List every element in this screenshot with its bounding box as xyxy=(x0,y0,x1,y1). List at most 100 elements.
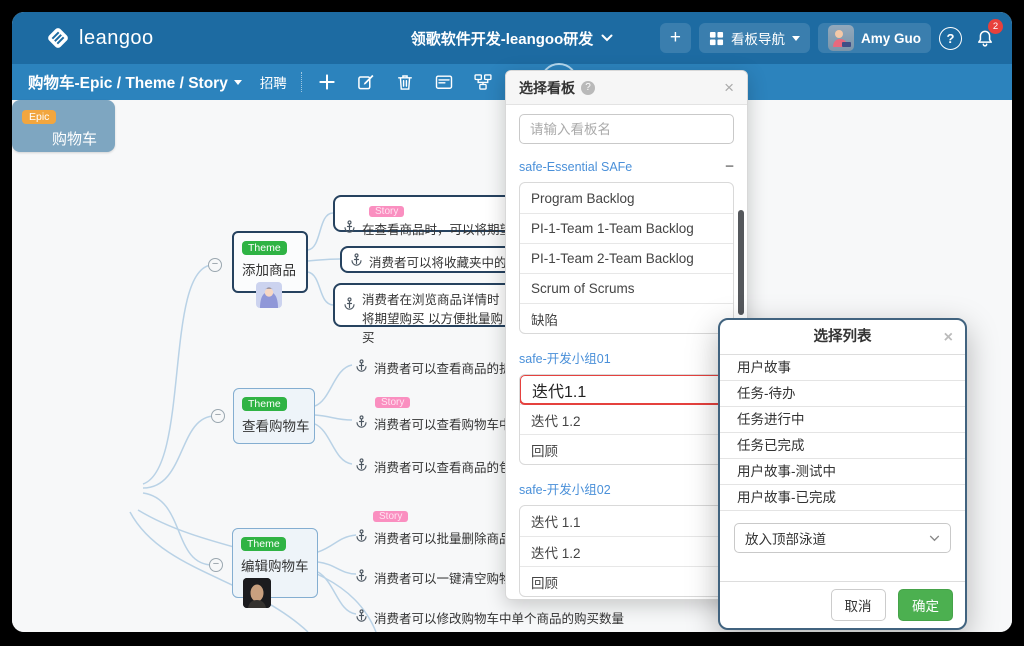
swimlane-selected-value: 放入顶部泳道 xyxy=(745,528,826,548)
notification-badge: 2 xyxy=(988,19,1003,34)
story-text: 消费者可以一键清空购物车 xyxy=(374,568,524,587)
board-item[interactable]: 迭代 1.1 xyxy=(520,506,733,536)
story-node[interactable]: 消费者可以将收藏夹中的商品批量加入 xyxy=(340,246,518,273)
select-list-dialog: 选择列表 × 用户故事 任务-待办 任务进行中 任务已完成 用户故事-测试中 用… xyxy=(718,318,967,630)
notifications-button[interactable]: 2 xyxy=(970,23,1000,53)
help-button[interactable]: ? xyxy=(939,27,962,50)
theme-node-edit-cart[interactable]: Theme 编辑购物车 xyxy=(232,528,318,598)
list-item[interactable]: 任务进行中 xyxy=(720,407,965,433)
edit-icon[interactable] xyxy=(356,72,376,92)
board-item[interactable]: PI-1-Team 1-Team Backlog xyxy=(520,213,733,243)
add-node-icon[interactable] xyxy=(317,72,337,92)
avatar xyxy=(828,25,854,51)
scrollbar-thumb[interactable] xyxy=(738,210,744,315)
list-item[interactable]: 用户故事-已完成 xyxy=(720,485,965,511)
theme-node-add-product[interactable]: Theme 添加商品 xyxy=(232,231,308,293)
anchor-icon xyxy=(355,529,368,542)
caret-down-icon xyxy=(792,36,800,41)
board-item[interactable]: 迭代 1.2 xyxy=(520,404,733,434)
select-board-dialog: 选择看板 ? × safe-Essential SAFe − Program B… xyxy=(505,70,748,600)
dialog-title: 选择看板 xyxy=(519,78,575,98)
anchor-icon xyxy=(355,415,368,428)
confirm-button[interactable]: 确定 xyxy=(898,589,953,621)
leangoo-logo[interactable]: leangoo xyxy=(45,25,154,51)
anchor-icon xyxy=(343,220,356,233)
view-title-dropdown[interactable]: 购物车-Epic / Theme / Story xyxy=(28,71,242,93)
list-item[interactable]: 用户故事 xyxy=(720,355,965,381)
dialog-body: safe-Essential SAFe − Program Backlog PI… xyxy=(506,105,747,600)
theme-label: 编辑购物车 xyxy=(241,555,309,575)
story-node[interactable]: Story 在查看商品时，可以将期望购买的商品 xyxy=(333,195,517,232)
theme-badge: Theme xyxy=(242,241,287,255)
anchor-icon xyxy=(355,359,368,372)
mindmap-structure-icon[interactable] xyxy=(473,72,493,92)
search-input[interactable] xyxy=(519,114,734,144)
dialog-footer: 取消 确定 xyxy=(720,581,965,628)
trash-icon[interactable] xyxy=(395,72,415,92)
dialog-header: 选择列表 × xyxy=(720,320,965,355)
board-group-header[interactable]: safe-开发小组01 xyxy=(519,348,734,367)
story-node[interactable]: 消费者在浏览商品详情时将期望购买 以方便批量购买 xyxy=(333,283,519,327)
member-tag[interactable]: 招聘 xyxy=(260,72,287,92)
chevron-down-icon xyxy=(601,34,613,42)
collapse-handle[interactable]: − xyxy=(211,409,225,423)
avatar xyxy=(256,282,282,308)
list-item[interactable]: 任务已完成 xyxy=(720,433,965,459)
board-list: 迭代 1.1 迭代 1.2 回顾 xyxy=(519,505,734,597)
caret-down-icon xyxy=(234,80,242,85)
board-item[interactable]: Scrum of Scrums xyxy=(520,273,733,303)
avatar xyxy=(243,578,271,608)
board-item[interactable]: 迭代 1.2 xyxy=(520,536,733,566)
swimlane-select[interactable]: 放入顶部泳道 xyxy=(734,523,951,553)
board-list: 迭代1.1 迭代 1.2 回顾 xyxy=(519,374,734,465)
logo-text: leangoo xyxy=(79,27,154,50)
dialog-header: 选择看板 ? × xyxy=(506,71,747,105)
collapse-icon[interactable]: − xyxy=(725,158,734,175)
story-text: 消费者在浏览商品详情时将期望购买 以方便批量购买 xyxy=(362,289,509,346)
board-list: Program Backlog PI-1-Team 1-Team Backlog… xyxy=(519,182,734,334)
story-text: 消费者可以批量删除商品 xyxy=(374,528,512,547)
user-name: Amy Guo xyxy=(861,31,921,46)
collapse-handle[interactable]: − xyxy=(209,558,223,572)
list-item[interactable]: 任务-待办 xyxy=(720,381,965,407)
theme-label: 添加商品 xyxy=(242,259,298,279)
board-title-text: 领歌软件开发-leangoo研发 xyxy=(411,28,594,49)
toolbar-divider xyxy=(301,72,302,92)
story-text: 消费者可以修改购物车中单个商品的购买数量 xyxy=(374,608,624,627)
card-view-icon[interactable] xyxy=(434,72,454,92)
close-icon[interactable]: × xyxy=(944,320,953,355)
chevron-down-icon xyxy=(929,535,940,542)
anchor-icon xyxy=(355,609,368,622)
add-board-button[interactable]: + xyxy=(660,23,691,53)
board-item[interactable]: Program Backlog xyxy=(520,183,733,213)
user-menu[interactable]: Amy Guo xyxy=(818,23,931,53)
board-group-header[interactable]: safe-Essential SAFe − xyxy=(519,158,734,175)
theme-badge: Theme xyxy=(242,397,287,411)
toolbar-icons xyxy=(317,72,532,92)
board-item[interactable]: 缺陷 xyxy=(520,303,733,333)
grid-icon xyxy=(709,31,724,46)
cancel-button[interactable]: 取消 xyxy=(831,589,886,621)
board-group-header[interactable]: safe-开发小组02 xyxy=(519,479,734,498)
help-icon[interactable]: ? xyxy=(581,81,595,95)
app-window: leangoo 领歌软件开发-leangoo研发 + 看板导航 xyxy=(12,12,1012,632)
story-badge: Story xyxy=(369,206,404,217)
story-node[interactable]: 消费者可以一键清空购物车 xyxy=(355,568,524,587)
story-node[interactable]: 消费者可以修改购物车中单个商品的购买数量 xyxy=(355,608,624,627)
anchor-icon xyxy=(355,458,368,471)
board-item-selected[interactable]: 迭代1.1 xyxy=(519,374,734,405)
theme-label: 查看购物车 xyxy=(242,415,306,435)
theme-badge: Theme xyxy=(241,537,286,551)
story-badge: Story xyxy=(375,397,410,408)
close-icon[interactable]: × xyxy=(724,79,734,96)
collapse-handle[interactable]: − xyxy=(208,258,222,272)
board-nav-button[interactable]: 看板导航 xyxy=(699,23,810,53)
topbar-actions: + 看板导航 xyxy=(660,12,1000,64)
topbar: leangoo 领歌软件开发-leangoo研发 + 看板导航 xyxy=(12,12,1012,64)
list-item[interactable]: 用户故事-测试中 xyxy=(720,459,965,485)
leangoo-logo-icon xyxy=(45,25,71,51)
board-item[interactable]: 回顾 xyxy=(520,566,733,596)
board-item[interactable]: PI-1-Team 2-Team Backlog xyxy=(520,243,733,273)
theme-node-view-cart[interactable]: Theme 查看购物车 xyxy=(233,388,315,444)
board-item[interactable]: 回顾 xyxy=(520,434,733,464)
